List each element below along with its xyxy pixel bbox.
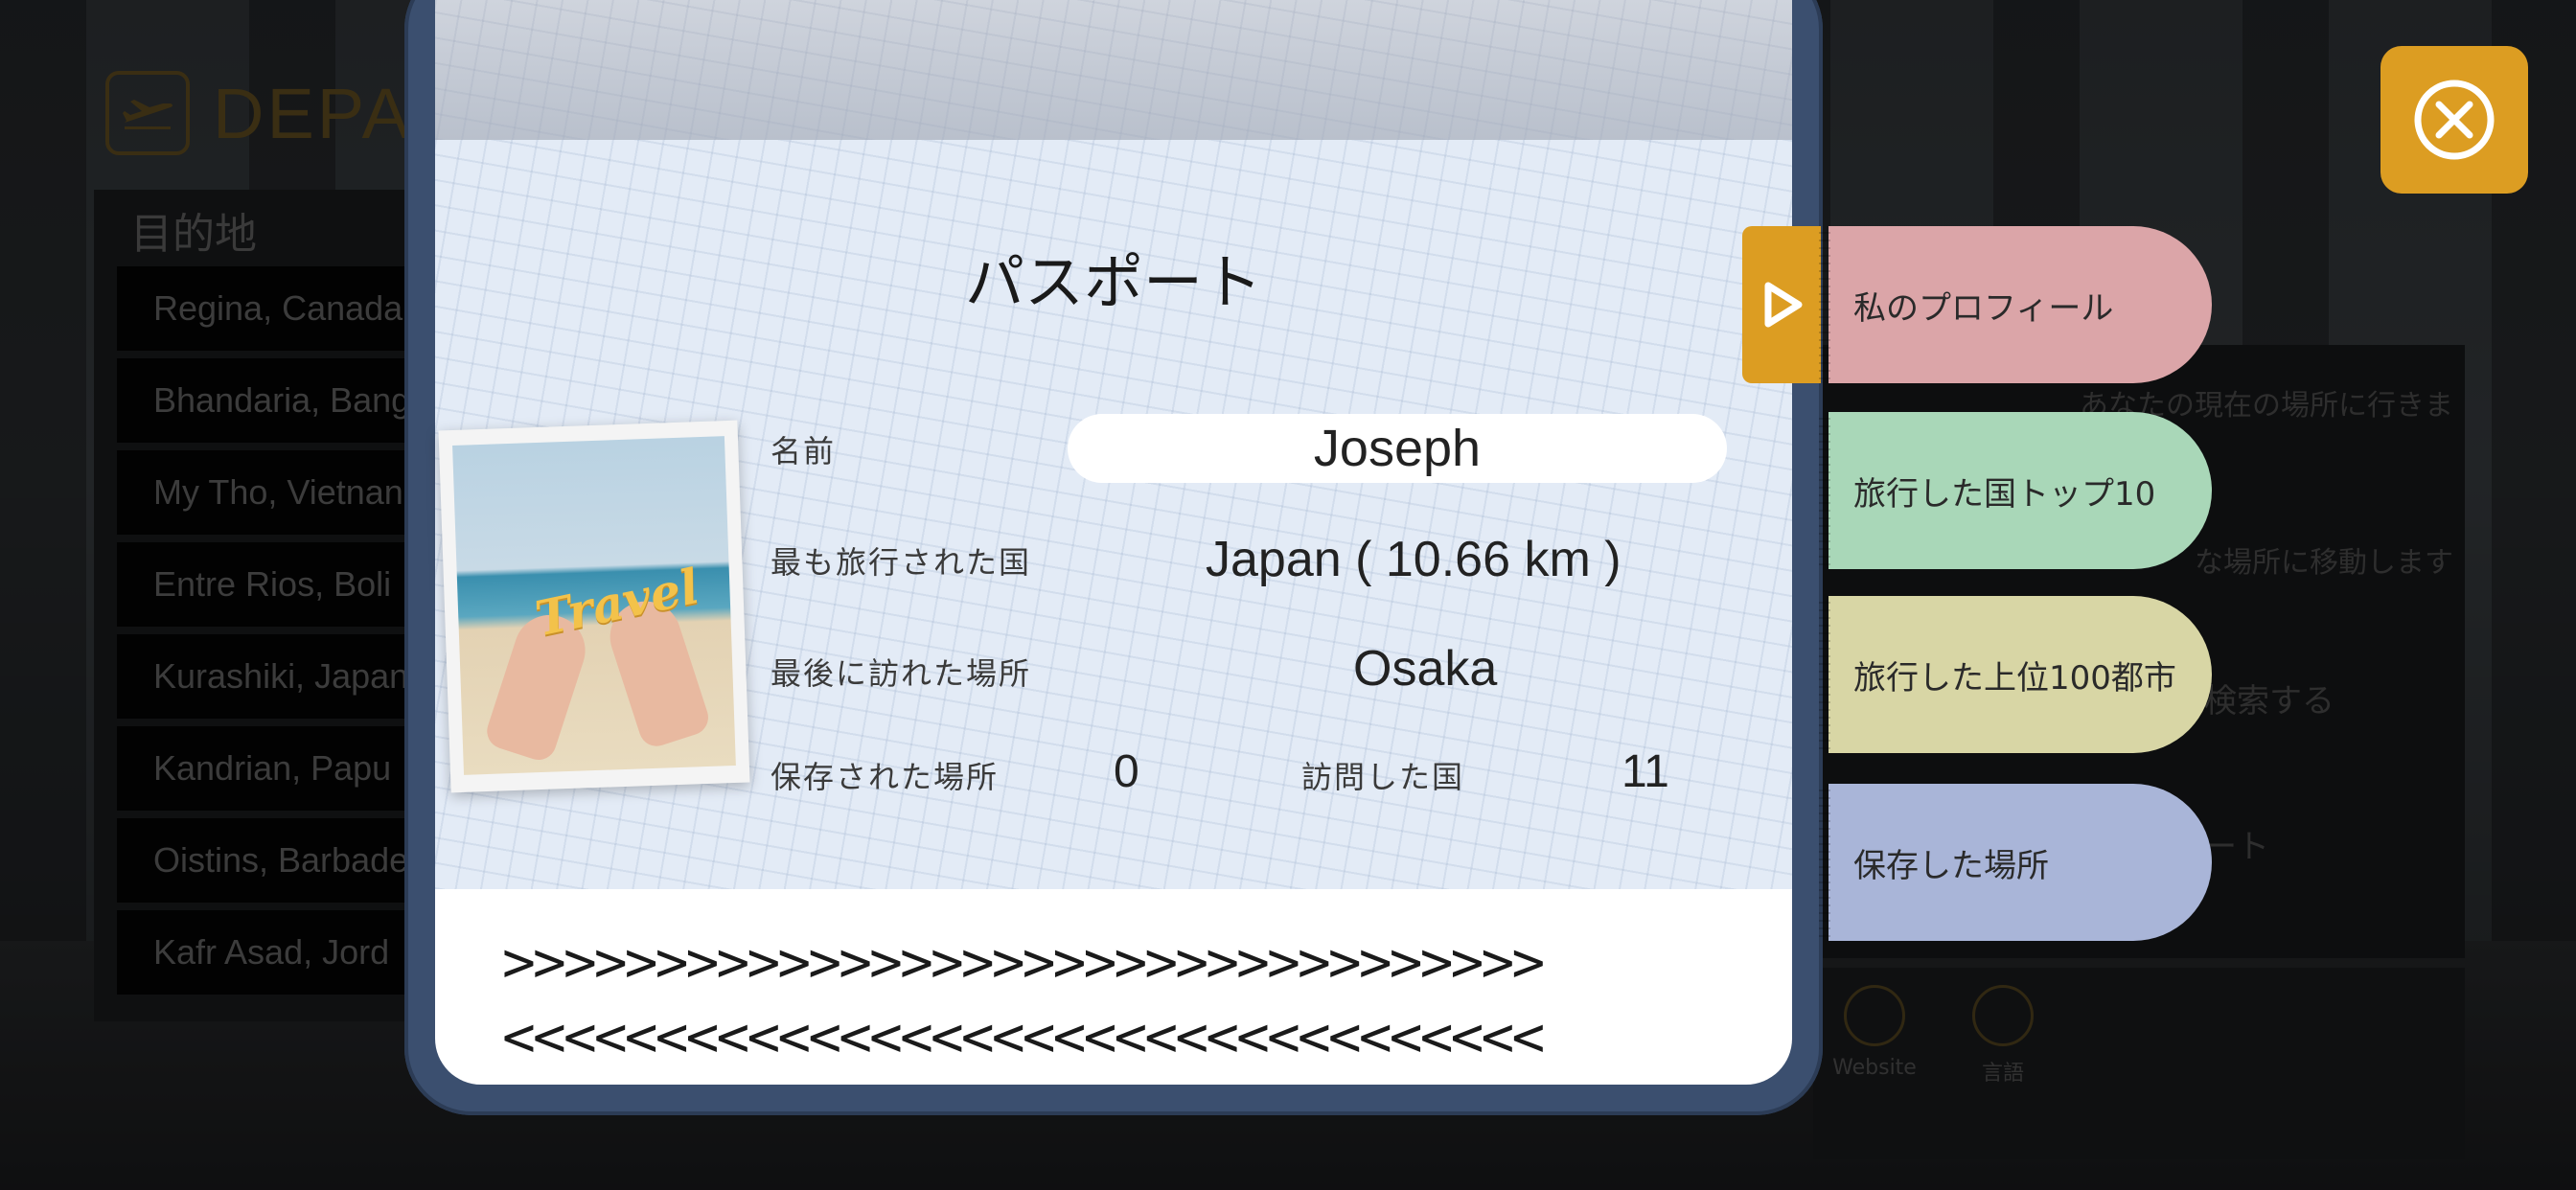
close-icon [2414,80,2495,160]
saved-places-label: 保存された場所 [770,759,1000,795]
passport-info-page: パスポート Travel 名前 Joseph 最も旅行された国 Japan ( … [435,140,1792,889]
profile-photo: Travel [438,420,750,793]
mrz-line-2: <<<<<<<<<<<<<<<<<<<<<<<<<<<<<<<<<< [502,1004,1545,1069]
tab-collapse-button[interactable] [1742,226,1821,383]
name-label: 名前 [770,433,837,469]
name-field: Joseph [1068,414,1727,483]
tab-top10-countries[interactable]: 旅行した国トップ10 [1819,412,2212,569]
tab-saved-places[interactable]: 保存した場所 [1819,784,2212,941]
mrz-line-1: >>>>>>>>>>>>>>>>>>>>>>>>>>>>>>>>>> [502,929,1545,995]
tab-my-profile[interactable]: 私のプロフィール [1819,226,2212,383]
play-arrow-icon [1764,282,1803,328]
most-traveled-label: 最も旅行された国 [770,544,1032,581]
passport-mrz-zone: >>>>>>>>>>>>>>>>>>>>>>>>>>>>>>>>>> <<<<<… [435,889,1792,1085]
passport-top-page [435,0,1792,140]
visited-countries-label: 訪問した国 [1301,759,1465,795]
close-button[interactable] [2380,46,2528,194]
last-visited-value: Osaka [1353,641,1498,697]
travel-photo-image: Travel [452,436,736,775]
tab-top100-cities[interactable]: 旅行した上位100都市 [1819,596,2212,753]
visited-countries-value: 11 [1622,746,1669,797]
passport-title: パスポート [964,247,1262,317]
last-visited-label: 最後に訪れた場所 [770,655,1032,692]
saved-places-value: 0 [1114,746,1139,797]
most-traveled-value: Japan ( 10.66 km ) [1206,532,1622,587]
